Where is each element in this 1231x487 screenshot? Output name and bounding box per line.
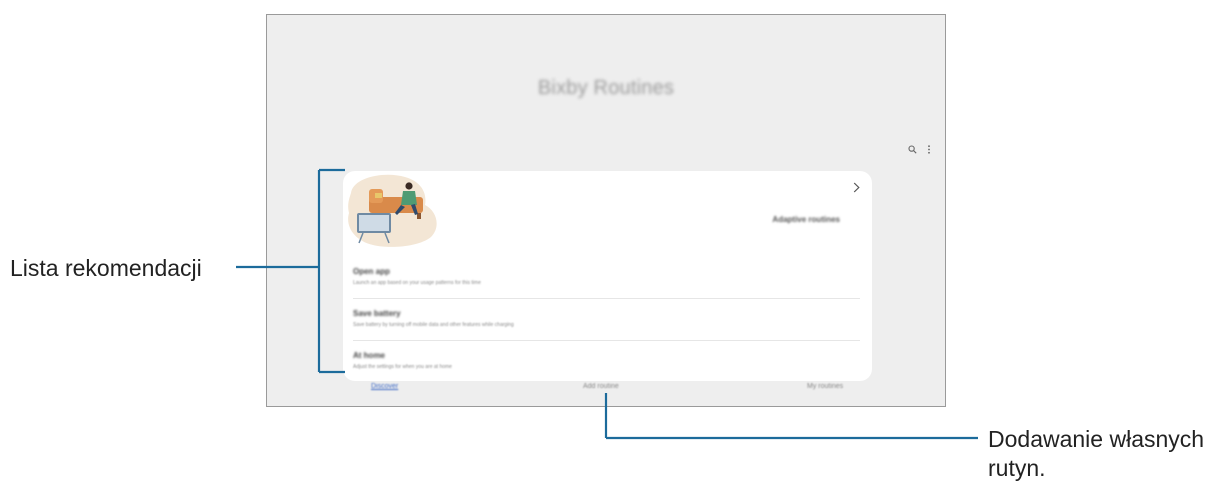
add-routine-pointer bbox=[604, 393, 978, 440]
callout-add-own-routines-line2: rutyn. bbox=[988, 455, 1046, 481]
recommendations-bracket bbox=[236, 168, 345, 374]
callout-recommendation-list: Lista rekomendacji bbox=[10, 255, 202, 281]
callout-lines bbox=[236, 168, 978, 440]
callout-add-own-routines-line1: Dodawanie własnych bbox=[988, 426, 1205, 452]
